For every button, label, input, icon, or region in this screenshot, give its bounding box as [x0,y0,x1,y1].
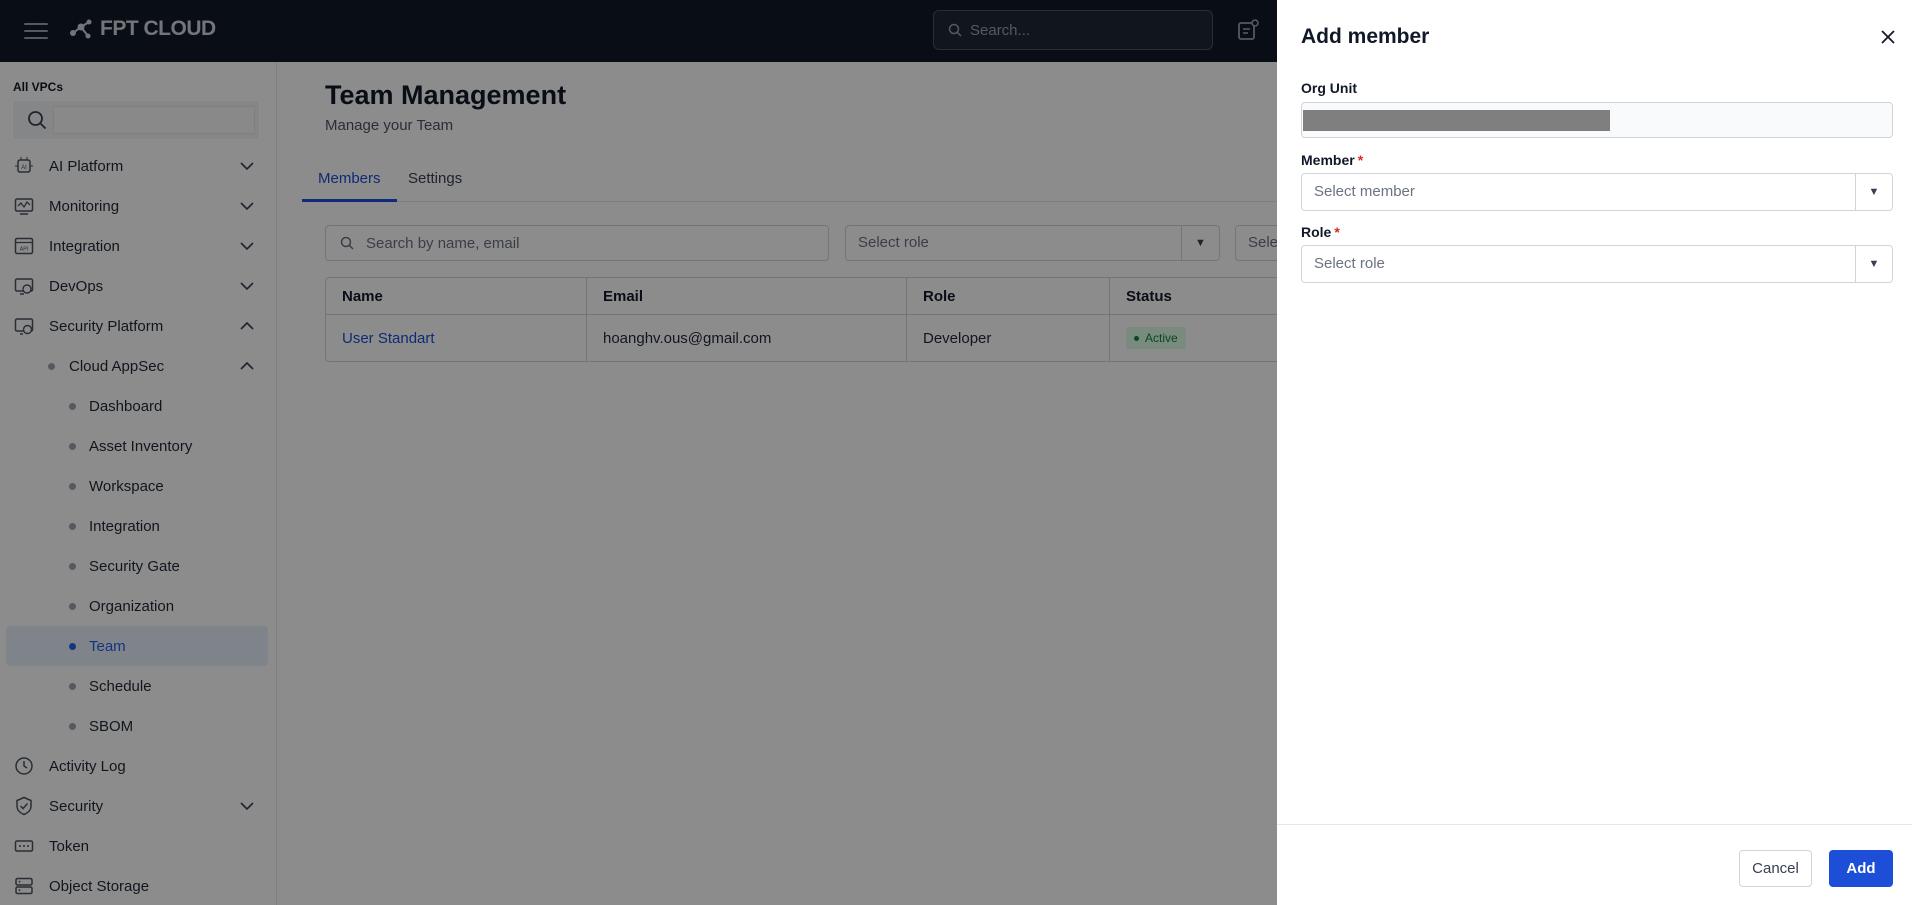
caret-down-icon: ▼ [1855,174,1892,210]
role-select[interactable]: Select role ▼ [1301,245,1893,283]
org-unit-field [1301,102,1893,138]
role-label-text: Role [1301,224,1332,240]
member-label-text: Member [1301,152,1355,168]
cancel-button[interactable]: Cancel [1739,850,1812,887]
member-label: Member * [1301,152,1363,168]
org-unit-value-redacted [1303,110,1610,131]
required-mark: * [1334,224,1340,240]
add-button[interactable]: Add [1829,850,1893,887]
role-select-placeholder: Select role [1314,255,1385,272]
role-label: Role * [1301,224,1340,240]
required-mark: * [1357,152,1364,168]
close-icon[interactable] [1877,26,1899,48]
caret-down-icon: ▼ [1855,246,1892,282]
member-select-placeholder: Select member [1314,183,1415,200]
add-member-drawer: Add member Org Unit Member * Select membe… [1277,0,1912,905]
member-select[interactable]: Select member ▼ [1301,173,1893,211]
drawer-title: Add member [1301,25,1430,48]
drawer-footer: Cancel Add [1277,824,1912,905]
org-unit-label: Org Unit [1301,80,1357,96]
modal-backdrop[interactable] [0,0,1277,905]
